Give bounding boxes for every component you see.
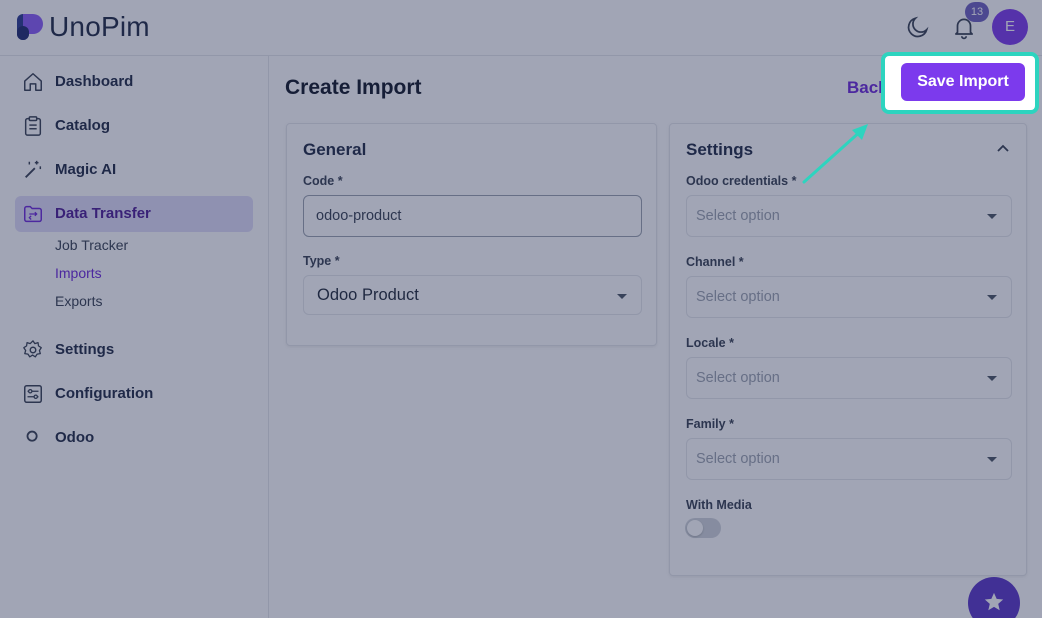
sidebar: Dashboard Catalog Magic AI Data Transfer…: [0, 56, 269, 618]
channel-select[interactable]: Select option: [686, 276, 1012, 318]
sidebar-subitem-exports[interactable]: Exports: [55, 293, 102, 309]
chevron-down-icon: [987, 295, 997, 300]
sidebar-item-dashboard[interactable]: Dashboard: [15, 64, 253, 100]
family-placeholder: Select option: [696, 451, 780, 467]
top-bar: UnoPim 13 E: [0, 0, 1042, 56]
save-import-highlight: Save Import: [881, 52, 1039, 114]
gear-icon: [23, 340, 42, 358]
sidebar-item-label: Magic AI: [55, 161, 117, 178]
locale-select[interactable]: Select option: [686, 357, 1012, 399]
sidebar-item-label: Odoo: [55, 429, 95, 446]
avatar[interactable]: E: [992, 9, 1028, 45]
settings-card-title: Settings: [686, 140, 754, 159]
unopim-logo-icon: [17, 14, 43, 40]
sidebar-subitem-job-tracker[interactable]: Job Tracker: [55, 237, 128, 253]
locale-label: Locale *: [686, 336, 734, 350]
sidebar-subitem-imports[interactable]: Imports: [55, 265, 102, 281]
odoo-credentials-placeholder: Select option: [696, 208, 780, 224]
sidebar-item-magic-ai[interactable]: Magic AI: [15, 152, 253, 188]
magic-wand-icon: [25, 160, 42, 178]
star-icon: [984, 592, 1004, 611]
odoo-credentials-label: Odoo credentials *: [686, 174, 797, 188]
family-select[interactable]: Select option: [686, 438, 1012, 480]
with-media-toggle[interactable]: [685, 518, 721, 538]
type-label: Type *: [303, 254, 340, 268]
chevron-down-icon: [987, 376, 997, 381]
channel-placeholder: Select option: [696, 289, 780, 305]
channel-label: Channel *: [686, 255, 744, 269]
odoo-credentials-select[interactable]: Select option: [686, 195, 1012, 237]
settings-card: Settings Odoo credentials * Select optio…: [669, 123, 1027, 576]
save-import-button[interactable]: Save Import: [901, 63, 1025, 101]
general-card-title: General: [303, 140, 367, 159]
logo-text: UnoPim: [49, 11, 150, 42]
with-media-label: With Media: [686, 498, 752, 512]
sidebar-item-label: Dashboard: [55, 73, 134, 90]
sidebar-item-label: Data Transfer: [55, 205, 151, 222]
sliders-icon: [24, 385, 42, 403]
transfer-icon: [24, 205, 42, 223]
sidebar-item-settings[interactable]: Settings: [15, 332, 253, 368]
notification-badge: 13: [965, 2, 989, 22]
family-label: Family *: [686, 417, 734, 431]
sidebar-item-data-transfer[interactable]: Data Transfer: [15, 196, 253, 232]
chevron-down-icon: [987, 214, 997, 219]
pointer-arrow-icon: [802, 124, 868, 184]
code-input[interactable]: odoo-product: [303, 195, 642, 237]
clipboard-icon: [24, 116, 42, 136]
sidebar-item-odoo[interactable]: Odoo: [15, 420, 253, 456]
code-input-value: odoo-product: [316, 208, 402, 224]
chevron-down-icon: [617, 294, 627, 299]
home-icon: [24, 73, 42, 91]
sidebar-item-label: Configuration: [55, 385, 154, 402]
floating-action-button[interactable]: [968, 577, 1020, 618]
logo[interactable]: UnoPim: [15, 12, 150, 42]
type-select-value: Odoo Product: [317, 286, 419, 304]
sidebar-item-catalog[interactable]: Catalog: [15, 108, 253, 144]
dark-mode-icon[interactable]: [905, 14, 931, 40]
general-card: General Code * odoo-product Type * Odoo …: [286, 123, 657, 346]
sidebar-item-label: Settings: [55, 341, 115, 358]
circle-icon: [26, 430, 38, 442]
sidebar-item-configuration[interactable]: Configuration: [15, 376, 253, 412]
locale-placeholder: Select option: [696, 370, 780, 386]
toggle-knob: [687, 520, 703, 536]
type-select[interactable]: Odoo Product: [303, 275, 642, 315]
page-title: Create Import: [285, 76, 422, 99]
chevron-up-icon[interactable]: [996, 142, 1010, 156]
chevron-down-icon: [987, 457, 997, 462]
code-label: Code *: [303, 174, 343, 188]
sidebar-item-label: Catalog: [55, 117, 111, 134]
